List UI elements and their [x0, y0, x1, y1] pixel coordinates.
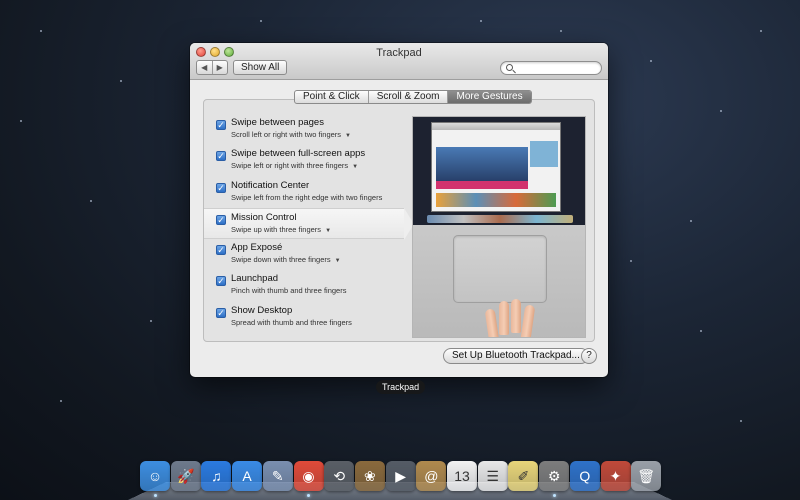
time-machine-icon[interactable]: ⟲	[324, 461, 355, 491]
gesture-description[interactable]: Swipe left or right with three fingers ▼	[231, 161, 404, 170]
contacts-icon[interactable]: @	[416, 461, 447, 491]
gesture-checkbox[interactable]: ✓	[216, 151, 226, 162]
launchpad-icon[interactable]: 🚀	[170, 461, 201, 491]
facetime-icon[interactable]: ▶	[385, 461, 416, 491]
tab-point-click[interactable]: Point & Click	[295, 91, 369, 103]
running-indicator	[153, 494, 157, 497]
search-input[interactable]	[500, 61, 602, 75]
gesture-description[interactable]: Swipe up with three fingers ▼	[231, 225, 404, 234]
more-gestures-panel: ✓ Swipe between pages Scroll left or right…	[203, 99, 595, 342]
trackpad-preferences-window: Trackpad ◀ ▶ Show All Point & Click Scrol…	[190, 43, 608, 377]
gesture-description-text: Scroll left or right with two fingers	[231, 130, 342, 139]
gesture-description-text: Swipe down with three fingers	[231, 255, 331, 265]
gesture-row[interactable]: ✓ Notification Center Swipe left from the …	[204, 177, 404, 208]
gesture-row[interactable]: ✓ Swipe between full-screen apps Swipe lef…	[204, 145, 404, 176]
gesture-row[interactable]: ✓ Mission Control Swipe up with three fing…	[204, 207, 414, 241]
gesture-description-text: Spread with thumb and three fingers	[231, 317, 352, 327]
gesture-list: ✓ Swipe between pages Scroll left or right…	[204, 114, 414, 333]
gesture-description: Spread with thumb and three fingers	[231, 318, 404, 327]
gesture-preview-video	[412, 116, 586, 338]
running-indicator	[307, 494, 310, 497]
gesture-title: Notification Center	[231, 179, 310, 191]
gesture-description: Swipe left from the right edge with two …	[231, 193, 404, 202]
gesture-title: App Exposé	[231, 242, 283, 254]
gesture-checkbox[interactable]: ✓	[216, 120, 226, 130]
trackpad-illustration	[453, 235, 547, 303]
trash-icon[interactable]: 🗑	[631, 461, 662, 491]
itunes-icon[interactable]: ♫	[201, 461, 232, 491]
running-indicator	[552, 494, 556, 497]
gesture-description-text: Swipe left or right with three fingers	[231, 161, 349, 171]
iphoto-icon[interactable]: ❀	[354, 461, 385, 491]
hand-illustration	[481, 295, 539, 337]
popup-caret-icon[interactable]: ▼	[345, 133, 351, 139]
gesture-title: Swipe between pages	[231, 117, 324, 128]
setup-bluetooth-trackpad-button[interactable]: Set Up Bluetooth Trackpad...	[443, 348, 589, 364]
quicktime-icon[interactable]: Q	[569, 461, 600, 491]
gesture-checkbox[interactable]: ✓	[216, 245, 226, 256]
dock: ☺ 🚀 ♫ A ✎ ◉ ⟲ ❀ ▶ @13 ☰ ✐ ⚙ Q ✦ 🗑	[140, 461, 662, 497]
popup-caret-icon[interactable]: ▼	[335, 258, 341, 264]
gesture-row[interactable]: ✓ Swipe between pages Scroll left or right…	[204, 114, 404, 145]
window-title: Trackpad	[376, 47, 422, 59]
gesture-row[interactable]: ✓ Launchpad Pinch with thumb and three fin…	[204, 270, 404, 301]
gesture-checkbox[interactable]: ✓	[216, 214, 226, 225]
tab-more-gestures[interactable]: More Gestures	[448, 91, 531, 103]
system-preferences-icon[interactable]: ⚙	[539, 461, 570, 491]
gesture-checkbox[interactable]: ✓	[216, 276, 226, 287]
popup-caret-icon[interactable]: ▼	[325, 228, 331, 234]
back-forward-control: ◀ ▶	[196, 60, 228, 75]
preview-dock	[427, 215, 573, 223]
gesture-description-text: Pinch with thumb and three fingers	[231, 286, 347, 296]
gesture-title: Mission Control	[231, 211, 297, 223]
gesture-title: Swipe between full-screen apps	[231, 148, 366, 160]
app-icon[interactable]: ✦	[600, 461, 631, 491]
dock-tooltip: Trackpad	[376, 380, 426, 394]
chrome-icon[interactable]: ◉	[293, 461, 324, 491]
gesture-checkbox[interactable]: ✓	[216, 307, 226, 318]
gesture-title: Show Desktop	[231, 304, 293, 316]
gesture-description-text: Swipe up with three fingers	[231, 224, 322, 234]
notes-icon[interactable]: ✐	[508, 461, 539, 491]
search-icon	[506, 64, 513, 71]
calendar-icon[interactable]: 13	[447, 461, 477, 491]
finder-icon[interactable]: ☺	[140, 461, 170, 491]
popup-caret-icon[interactable]: ▼	[352, 164, 358, 170]
reminders-icon[interactable]: ☰	[477, 461, 508, 491]
gesture-checkbox[interactable]: ✓	[216, 182, 226, 193]
preference-tabs: Point & Click Scroll & Zoom More Gestures	[294, 90, 532, 104]
tab-scroll-zoom[interactable]: Scroll & Zoom	[369, 91, 449, 103]
gesture-description: Pinch with thumb and three fingers	[231, 286, 404, 295]
window-titlebar: Trackpad ◀ ▶ Show All	[190, 43, 608, 80]
back-arrow-icon[interactable]: ◀	[197, 61, 213, 74]
gesture-row[interactable]: ✓ App Exposé Swipe down with three fingers…	[204, 239, 404, 270]
app-store-icon[interactable]: A	[232, 461, 263, 491]
gesture-title: Launchpad	[231, 273, 279, 285]
gesture-row[interactable]: ✓ Show Desktop Spread with thumb and three…	[204, 302, 404, 333]
preview-icon[interactable]: ✎	[262, 461, 293, 491]
help-button[interactable]: ?	[581, 348, 597, 364]
preview-screen	[413, 117, 585, 225]
gesture-description[interactable]: Scroll left or right with two fingers ▼	[231, 130, 404, 139]
gesture-description[interactable]: Swipe down with three fingers ▼	[231, 255, 404, 264]
show-all-button[interactable]: Show All	[233, 60, 288, 75]
forward-arrow-icon[interactable]: ▶	[213, 61, 228, 74]
preview-trackpad-surface	[413, 225, 585, 337]
gesture-description-text: Swipe left from the right edge with two …	[231, 192, 383, 202]
preview-browser-window	[431, 122, 561, 212]
